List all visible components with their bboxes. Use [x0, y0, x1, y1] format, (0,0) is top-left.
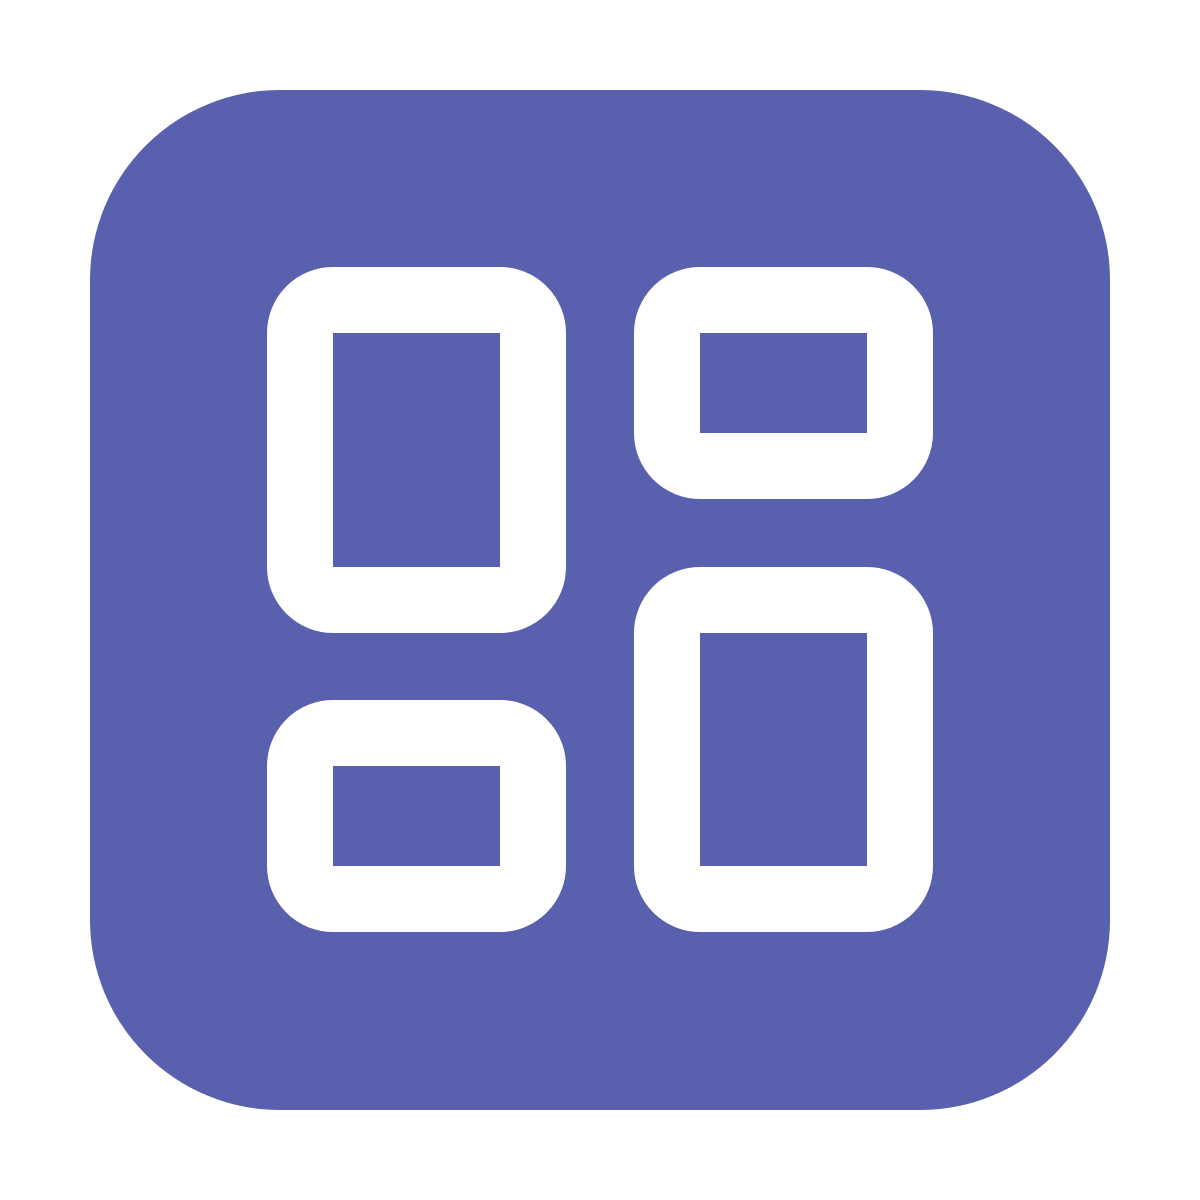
icon-tile-background — [90, 90, 1110, 1110]
app-icon — [0, 0, 1200, 1200]
dashboard-layout-icon — [90, 90, 1110, 1110]
